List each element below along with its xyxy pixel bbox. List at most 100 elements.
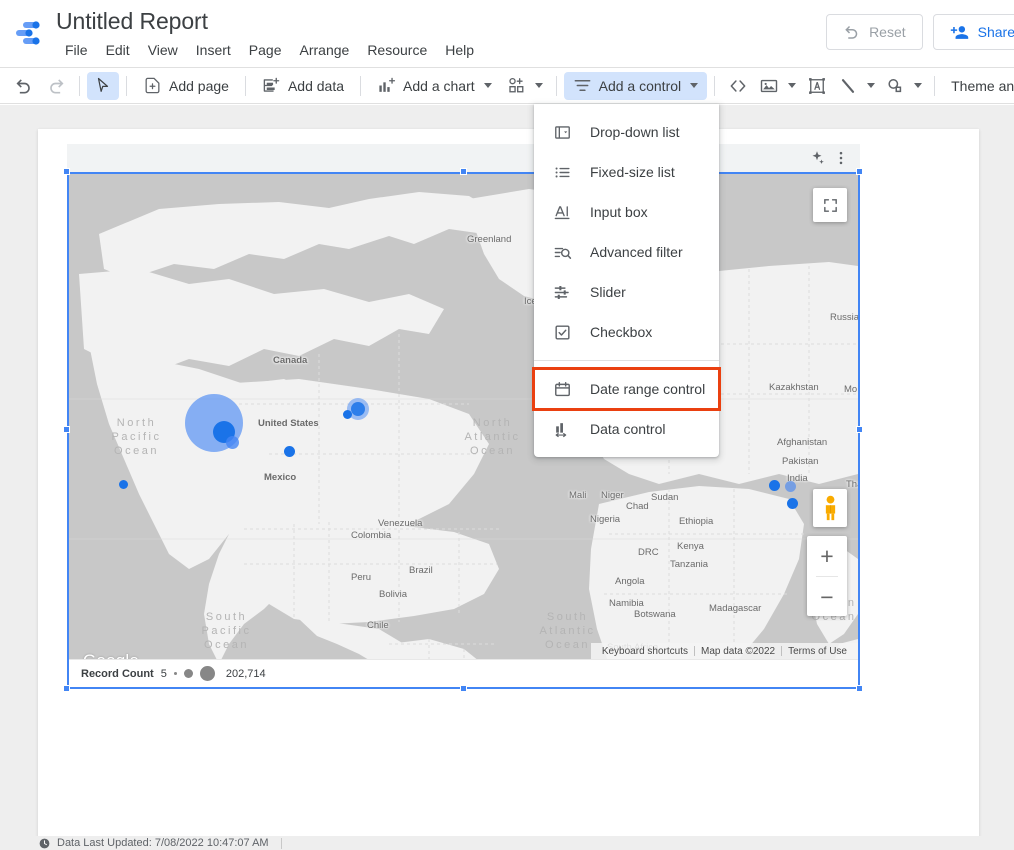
- cursor-arrow-icon: [97, 77, 109, 92]
- toolbar-divider-3: [244, 75, 246, 96]
- embed-code-icon: [730, 79, 746, 92]
- menu-item-drop-down-list[interactable]: Drop-down list: [534, 112, 719, 152]
- add-page-button[interactable]: Add page: [134, 72, 238, 100]
- toolbar-divider: [79, 75, 80, 96]
- selection-handle-ne[interactable]: [856, 168, 863, 175]
- menu-insert[interactable]: Insert: [187, 40, 240, 60]
- selection-handle-n[interactable]: [460, 168, 467, 175]
- shape-icon: [888, 78, 902, 92]
- menu-item-label: Slider: [590, 284, 626, 300]
- menu-item-input-box[interactable]: Input box: [534, 192, 719, 232]
- reset-button[interactable]: Reset: [826, 14, 923, 50]
- menu-item-advanced-filter[interactable]: Advanced filter: [534, 232, 719, 272]
- community-visualizations-button[interactable]: [501, 72, 549, 100]
- share-button[interactable]: Share: [932, 14, 1014, 50]
- redo-icon: [50, 78, 64, 93]
- menu-item-date-range-control[interactable]: Date range control: [532, 367, 721, 411]
- world-landmass: [69, 174, 858, 687]
- theme-and-layout-button[interactable]: Theme and layout: [942, 72, 1014, 100]
- zoom-out-button[interactable]: −: [807, 577, 847, 617]
- input-box-icon: [552, 202, 572, 222]
- add-control-menu[interactable]: Drop-down list Fixed-size list Input box: [532, 104, 721, 457]
- menu-item-fixed-size-list[interactable]: Fixed-size list: [534, 152, 719, 192]
- menu-item-label: Data control: [590, 421, 666, 437]
- insert-shape-button[interactable]: [880, 72, 927, 100]
- calendar-icon: [552, 379, 572, 399]
- add-chart-button[interactable]: Add a chart: [368, 72, 501, 100]
- keyboard-shortcuts-link[interactable]: Keyboard shortcuts: [596, 646, 694, 657]
- refresh-data-icon[interactable]: [38, 837, 51, 850]
- menu-item-label: Advanced filter: [590, 244, 683, 260]
- undo-button[interactable]: [8, 72, 40, 100]
- report-canvas[interactable]: Greenland Iceland Canada United States M…: [38, 129, 979, 844]
- more-vert-icon[interactable]: [832, 149, 850, 167]
- document-title[interactable]: Untitled Report: [56, 8, 208, 35]
- slider-icon: [552, 282, 572, 302]
- add-chart-label: Add a chart: [403, 77, 475, 94]
- add-control-button[interactable]: Add a control: [563, 71, 708, 100]
- selection-handle-nw[interactable]: [63, 168, 70, 175]
- map-canvas[interactable]: Greenland Iceland Canada United States M…: [69, 174, 858, 687]
- geo-map-widget[interactable]: Greenland Iceland Canada United States M…: [63, 144, 863, 692]
- chevron-down-icon-5: [867, 83, 876, 88]
- chevron-down-icon-3: [690, 83, 699, 88]
- selection-handle-w[interactable]: [63, 426, 70, 433]
- menu-edit[interactable]: Edit: [97, 40, 139, 60]
- terms-of-use-link[interactable]: Terms of Use: [782, 646, 853, 657]
- text-box-icon: [809, 77, 826, 94]
- sparkle-explore-icon[interactable]: [808, 149, 826, 167]
- map-legend: Record Count 5 202,714: [69, 659, 858, 687]
- menu-view[interactable]: View: [139, 40, 187, 60]
- menu-item-slider[interactable]: Slider: [534, 272, 719, 312]
- menu-item-label: Fixed-size list: [590, 164, 675, 180]
- theme-layout-label: Theme and layout: [951, 77, 1014, 94]
- menu-file[interactable]: File: [56, 40, 97, 60]
- street-view-pegman-button[interactable]: [813, 489, 847, 527]
- status-divider: [280, 837, 282, 849]
- add-data-button[interactable]: Add data: [253, 72, 353, 100]
- person-add-icon: [950, 25, 968, 39]
- menu-arrange[interactable]: Arrange: [291, 40, 359, 60]
- zoom-in-button[interactable]: +: [807, 536, 847, 576]
- looker-studio-logo-icon[interactable]: [14, 20, 46, 48]
- fullscreen-button[interactable]: [813, 188, 847, 222]
- add-data-label: Add data: [287, 77, 345, 94]
- legend-dot-sm: [183, 669, 193, 678]
- add-control-label: Add a control: [598, 77, 682, 94]
- reset-label: Reset: [869, 24, 906, 40]
- insert-line-button[interactable]: [833, 72, 880, 100]
- selection-handle-s[interactable]: [460, 685, 467, 692]
- menu-page[interactable]: Page: [240, 40, 291, 60]
- menu-item-data-control[interactable]: Data control: [534, 409, 719, 449]
- filter-control-icon: [574, 79, 591, 92]
- select-tool-button[interactable]: [87, 71, 119, 100]
- menu-item-checkbox[interactable]: Checkbox: [534, 312, 719, 352]
- community-visualization-icon: [508, 77, 524, 93]
- zoom-controls[interactable]: + −: [807, 536, 847, 616]
- status-bar: Data Last Updated: 7/08/2022 10:47:07 AM: [0, 836, 1014, 850]
- selection-handle-sw[interactable]: [63, 685, 70, 692]
- insert-image-button[interactable]: [754, 72, 801, 100]
- menu-item-label: Drop-down list: [590, 124, 680, 140]
- selection-handle-e[interactable]: [856, 426, 863, 433]
- menu-item-label: Input box: [590, 204, 648, 220]
- toolbar-divider-7: [934, 75, 936, 96]
- fullscreen-icon: [823, 198, 837, 212]
- redo-button[interactable]: [40, 72, 72, 100]
- map-frame[interactable]: Greenland Iceland Canada United States M…: [67, 172, 860, 689]
- selection-handle-se[interactable]: [856, 685, 863, 692]
- embed-code-button[interactable]: [722, 72, 754, 100]
- drop-down-list-icon: [552, 122, 572, 142]
- menu-resource[interactable]: Resource: [358, 40, 436, 60]
- header-actions: Reset Share: [826, 14, 1014, 50]
- map-data-label: Map data ©2022: [701, 645, 776, 657]
- toolbar-divider-2: [126, 75, 127, 96]
- advanced-filter-icon: [552, 242, 572, 262]
- menu-help[interactable]: Help: [436, 40, 483, 60]
- insert-textbox-button[interactable]: [801, 72, 833, 100]
- toolbar-divider-6: [714, 75, 716, 96]
- chevron-down-icon: [483, 83, 492, 88]
- menu-bar: File Edit View Insert Page Arrange Resou…: [56, 40, 483, 60]
- undo-arrow-icon: [845, 26, 858, 39]
- app-header: Untitled Report File Edit View Insert Pa…: [0, 0, 1014, 68]
